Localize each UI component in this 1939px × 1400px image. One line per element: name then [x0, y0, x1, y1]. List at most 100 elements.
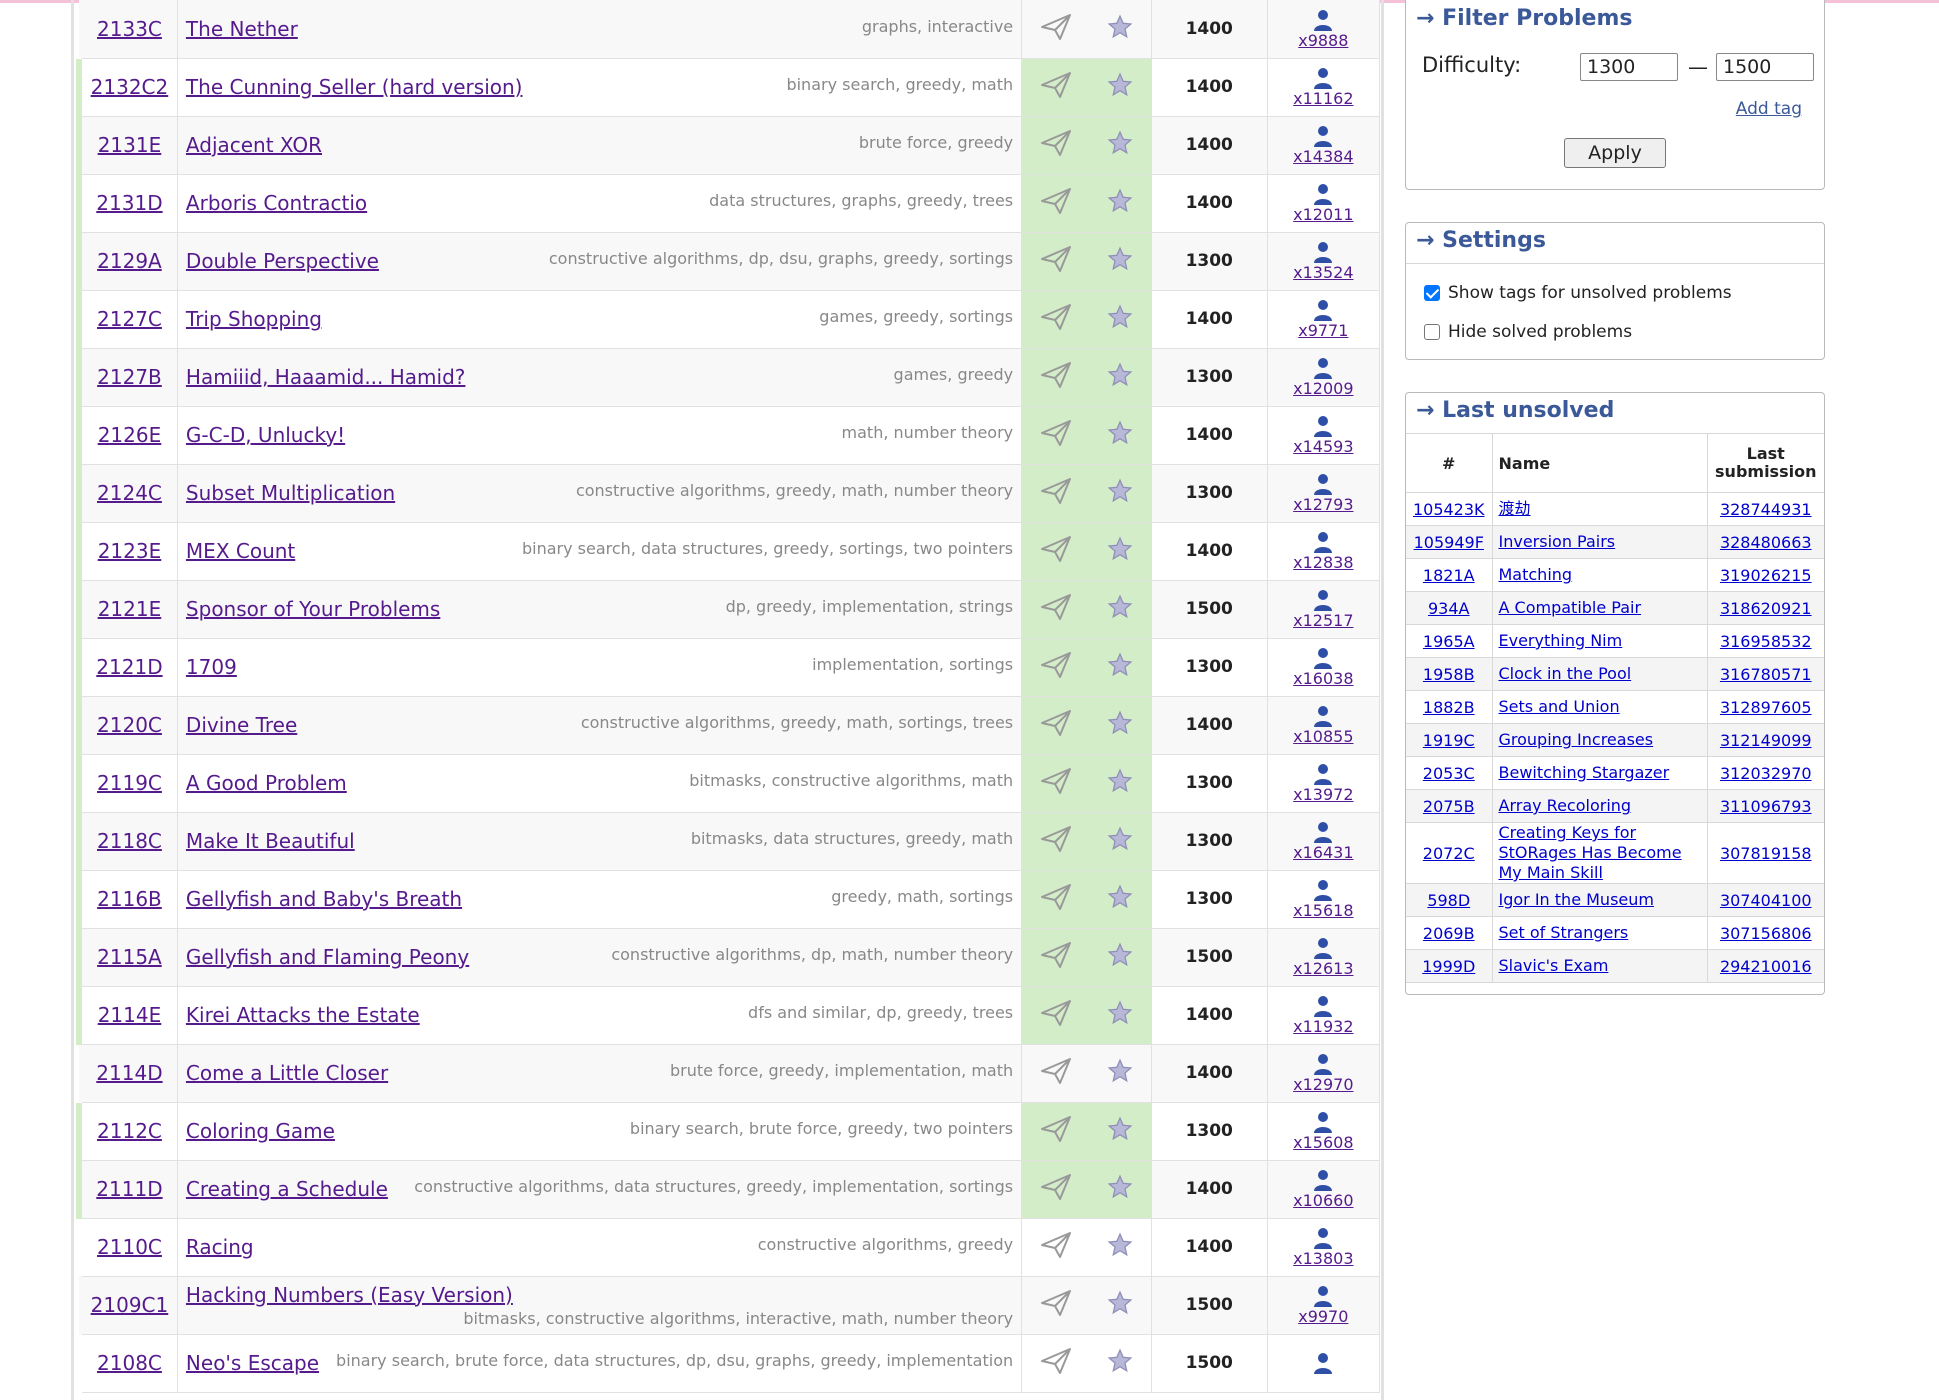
tag[interactable]: greedy	[769, 1061, 825, 1080]
tag[interactable]: brute force	[670, 1061, 758, 1080]
last-submission-link[interactable]: 319026215	[1720, 566, 1812, 585]
tag[interactable]: dp	[811, 945, 831, 964]
difficulty-min-input[interactable]: 1300	[1580, 53, 1678, 81]
tag[interactable]: data structures	[773, 829, 895, 848]
favorite-star-icon[interactable]	[1107, 478, 1133, 508]
last-submission-link[interactable]: 316958532	[1720, 632, 1812, 651]
unsolved-name-link[interactable]: A Compatible Pair	[1499, 598, 1642, 617]
unsolved-id-link[interactable]: 1958B	[1423, 665, 1475, 684]
problem-id-link[interactable]: 2114D	[96, 1061, 162, 1085]
tag[interactable]: greedy	[957, 1235, 1013, 1254]
problem-name-link[interactable]: Gellyfish and Baby's Breath	[186, 887, 462, 911]
submit-icon[interactable]	[1040, 245, 1072, 277]
favorite-star-icon[interactable]	[1107, 246, 1133, 276]
unsolved-name-link[interactable]: Creating Keys for StORages Has Become My…	[1499, 823, 1682, 882]
solved-count-link[interactable]: x12517	[1268, 612, 1379, 629]
unsolved-id-link[interactable]: 1821A	[1423, 566, 1475, 585]
last-submission-link[interactable]: 307404100	[1720, 891, 1812, 910]
difficulty-max-input[interactable]: 1500	[1716, 53, 1814, 81]
tag[interactable]: implementation	[886, 1351, 1013, 1370]
tag[interactable]: dp	[686, 1351, 706, 1370]
problem-name-link[interactable]: A Good Problem	[186, 771, 347, 795]
unsolved-id-link[interactable]: 2069B	[1423, 924, 1475, 943]
problem-name-link[interactable]: MEX Count	[186, 539, 295, 563]
unsolved-id-link[interactable]: 1965A	[1423, 632, 1475, 651]
tag[interactable]: sortings	[949, 887, 1013, 906]
submit-icon[interactable]	[1040, 1173, 1072, 1205]
unsolved-name-link[interactable]: Grouping Increases	[1499, 730, 1654, 749]
tag[interactable]: constructive algorithms	[758, 1235, 948, 1254]
submit-icon[interactable]	[1040, 187, 1072, 219]
problem-id-link[interactable]: 2114E	[98, 1003, 162, 1027]
problem-id-link[interactable]: 2121E	[98, 597, 162, 621]
tag[interactable]: constructive algorithms	[414, 1177, 604, 1196]
tag[interactable]: math	[842, 423, 884, 442]
favorite-star-icon[interactable]	[1107, 652, 1133, 682]
problem-name-link[interactable]: Racing	[186, 1235, 254, 1259]
solved-count-link[interactable]: x15618	[1268, 902, 1379, 919]
problem-id-link[interactable]: 2121D	[96, 655, 162, 679]
submit-icon[interactable]	[1040, 361, 1072, 393]
favorite-star-icon[interactable]	[1107, 1174, 1133, 1204]
tag[interactable]: math	[842, 481, 884, 500]
apply-button[interactable]: Apply	[1564, 138, 1666, 168]
problem-name-link[interactable]: Subset Multiplication	[186, 481, 395, 505]
tag[interactable]: number theory	[894, 423, 1014, 442]
tag[interactable]: greedy	[907, 191, 963, 210]
problem-id-link[interactable]: 2119C	[97, 771, 162, 795]
problem-id-link[interactable]: 2129A	[97, 249, 162, 273]
tag[interactable]: two pointers	[913, 539, 1013, 558]
tag[interactable]: greedy	[957, 365, 1013, 384]
problem-id-link[interactable]: 2127C	[97, 307, 162, 331]
tag[interactable]: greedy	[781, 713, 837, 732]
solved-count-link[interactable]: x12009	[1268, 380, 1379, 397]
solved-count-link[interactable]: x12970	[1268, 1076, 1379, 1093]
tag[interactable]: binary search	[336, 1351, 445, 1370]
tag[interactable]: trees	[973, 1003, 1014, 1022]
tag[interactable]: brute force	[749, 1119, 837, 1138]
last-submission-link[interactable]: 318620921	[1720, 599, 1812, 618]
tag[interactable]: interactive	[745, 1309, 831, 1328]
favorite-star-icon[interactable]	[1107, 536, 1133, 566]
tag[interactable]: graphs	[862, 17, 917, 36]
favorite-star-icon[interactable]	[1107, 362, 1133, 392]
tag[interactable]: dsu	[779, 249, 808, 268]
tag[interactable]: greedy	[831, 887, 887, 906]
tag[interactable]: greedy	[773, 539, 829, 558]
solved-count-link[interactable]: x11932	[1268, 1018, 1379, 1035]
solved-count-link[interactable]: x12011	[1268, 206, 1379, 223]
show-tags-checkbox[interactable]	[1424, 285, 1440, 301]
last-submission-link[interactable]: 311096793	[1720, 797, 1812, 816]
unsolved-name-link[interactable]: Everything Nim	[1499, 631, 1623, 650]
solved-count-link[interactable]: x16038	[1268, 670, 1379, 687]
problem-id-link[interactable]: 2126E	[98, 423, 162, 447]
problem-id-link[interactable]: 2118C	[97, 829, 162, 853]
solved-count-link[interactable]: x13803	[1268, 1250, 1379, 1267]
problem-name-link[interactable]: Creating a Schedule	[186, 1177, 388, 1201]
last-submission-link[interactable]: 328744931	[1720, 500, 1812, 519]
unsolved-id-link[interactable]: 934A	[1428, 599, 1469, 618]
problem-id-link[interactable]: 2131E	[98, 133, 162, 157]
solved-count-link[interactable]: x15608	[1268, 1134, 1379, 1151]
submit-icon[interactable]	[1040, 1231, 1072, 1263]
last-submission-link[interactable]: 312897605	[1720, 698, 1812, 717]
tag[interactable]: binary search	[630, 1119, 739, 1138]
unsolved-name-link[interactable]: Set of Strangers	[1499, 923, 1629, 942]
tag[interactable]: greedy	[905, 75, 961, 94]
submit-icon[interactable]	[1040, 535, 1072, 567]
last-submission-link[interactable]: 312032970	[1720, 764, 1812, 783]
tag[interactable]: greedy	[756, 597, 812, 616]
unsolved-name-link[interactable]: Array Recoloring	[1499, 796, 1632, 815]
tag[interactable]: two pointers	[913, 1119, 1013, 1138]
submit-icon[interactable]	[1040, 13, 1072, 45]
problem-id-link[interactable]: 2111D	[96, 1177, 162, 1201]
problem-name-link[interactable]: Arboris Contractio	[186, 191, 367, 215]
solved-count-link[interactable]: x10660	[1268, 1192, 1379, 1209]
tag[interactable]: sortings	[949, 307, 1013, 326]
tag[interactable]: trees	[973, 191, 1014, 210]
tag[interactable]: constructive algorithms	[546, 1309, 736, 1328]
tag[interactable]: bitmasks	[689, 771, 761, 790]
tag[interactable]: dp	[876, 1003, 896, 1022]
problem-name-link[interactable]: Adjacent XOR	[186, 133, 322, 157]
tag[interactable]: math	[846, 713, 888, 732]
